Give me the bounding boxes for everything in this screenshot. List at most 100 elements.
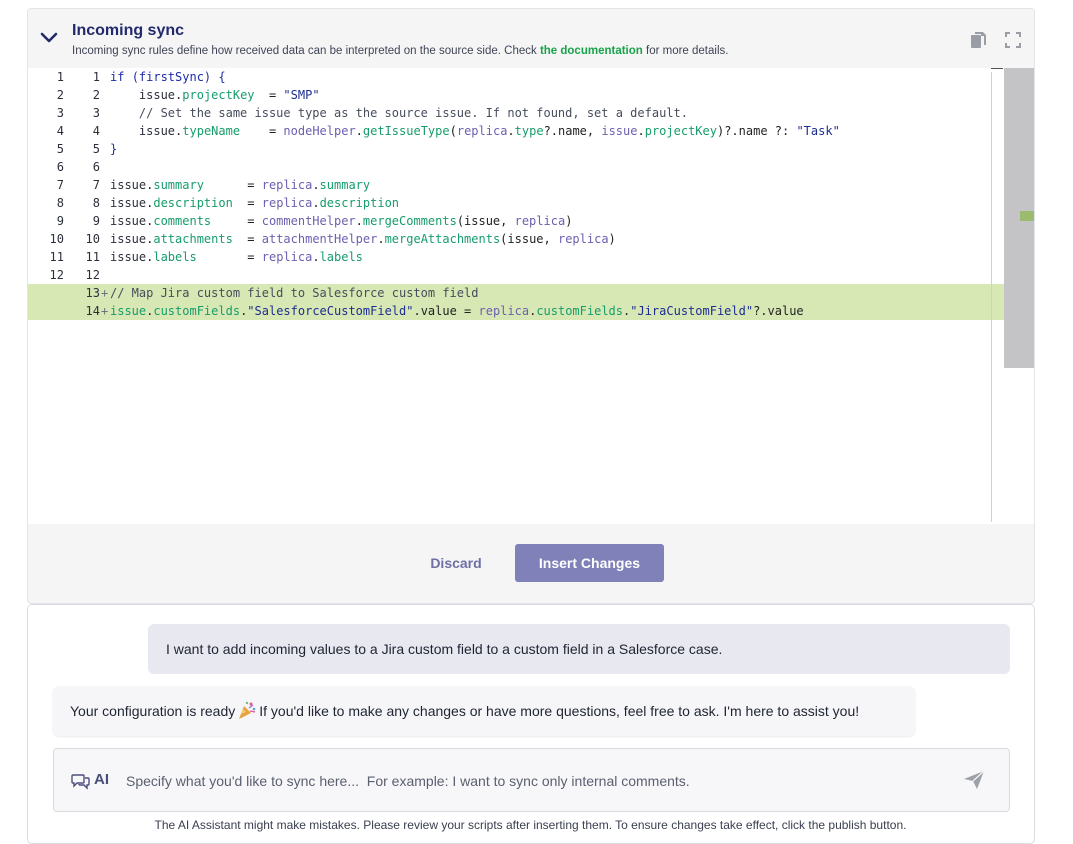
send-icon[interactable] xyxy=(963,770,985,790)
line-number-original: 5 xyxy=(56,142,64,156)
copy-icon[interactable] xyxy=(969,31,987,49)
code-token: replica xyxy=(456,124,508,138)
code-token: commentHelper xyxy=(261,214,356,228)
code-line: 1 1 if (firstSync) { xyxy=(28,68,1004,86)
assistant-message: Your configuration is ready If you'd lik… xyxy=(53,686,915,736)
code-token: )?.name ?: xyxy=(716,124,797,138)
added-line-marker: + xyxy=(101,304,109,318)
line-number-original: 3 xyxy=(56,106,64,120)
code-token: if xyxy=(110,70,132,84)
added-code-line: 13 +// Map Jira custom field to Salesforc… xyxy=(28,284,1004,302)
panel-subtitle: Incoming sync rules define how received … xyxy=(72,45,728,57)
code-token: mergeComments xyxy=(362,214,457,228)
ai-label: AI xyxy=(94,771,109,788)
code-line: 7 7 issue.summary = replica.summary xyxy=(28,176,1004,194)
code-token: . xyxy=(507,124,515,138)
code-token: issue xyxy=(110,250,147,264)
line-number-modified: 13 xyxy=(85,286,100,300)
line-number-original: 6 xyxy=(56,160,64,174)
ai-disclaimer: The AI Assistant might make mistakes. Pl… xyxy=(154,818,907,832)
code-token: } xyxy=(110,142,118,156)
incoming-sync-panel: Incoming sync Incoming sync rules define… xyxy=(27,8,1035,604)
code-text: if (firstSync) { xyxy=(110,68,226,86)
code-token: // Map Jira custom field to Salesforce c… xyxy=(110,286,479,300)
ai-chat-panel: I want to add incoming values to a Jira … xyxy=(27,604,1035,844)
line-number-modified: 12 xyxy=(85,268,100,282)
line-number-modified: 1 xyxy=(92,70,100,84)
line-number-modified: 6 xyxy=(92,160,100,174)
chevron-down-icon[interactable] xyxy=(40,31,58,45)
code-token: issue xyxy=(110,304,147,318)
code-text: // Set the same issue type as the source… xyxy=(110,104,688,122)
code-token: . xyxy=(355,124,363,138)
subtitle-text-end: for more details. xyxy=(642,45,729,57)
code-token: issue xyxy=(138,124,176,138)
ai-prompt-box: AI xyxy=(53,748,1010,812)
code-token: ) xyxy=(608,232,616,246)
code-token: "SalesforceCustomField" xyxy=(247,304,414,318)
code-token: labels xyxy=(153,250,197,264)
code-token: replica xyxy=(478,304,530,318)
code-line: 9 9 issue.comments = commentHelper.mergeCo… xyxy=(28,212,1004,230)
code-token: = xyxy=(196,250,262,264)
line-number-original: 4 xyxy=(56,124,64,138)
line-number-original: 8 xyxy=(56,196,64,210)
code-token: . xyxy=(355,214,363,228)
assistant-text-start: Your configuration is ready xyxy=(70,703,236,719)
party-popper-icon xyxy=(239,702,256,720)
code-token: (issue, xyxy=(456,214,515,228)
code-token: = xyxy=(211,214,262,228)
user-message: I want to add incoming values to a Jira … xyxy=(148,624,1010,674)
code-text: } xyxy=(110,140,117,158)
code-token: issue xyxy=(601,124,638,138)
added-line-marker: + xyxy=(101,286,109,300)
fullscreen-icon[interactable] xyxy=(1004,31,1022,49)
assistant-text-end: If you'd like to make any changes or hav… xyxy=(259,703,860,719)
code-token: .value = xyxy=(413,304,479,318)
subtitle-text-start: Incoming sync rules define how received … xyxy=(72,45,540,57)
line-number-modified: 4 xyxy=(92,124,100,138)
code-token: type xyxy=(514,124,544,138)
line-number-original: 7 xyxy=(56,178,64,192)
code-token: replica xyxy=(261,178,313,192)
code-line: 3 3 // Set the same issue type as the sou… xyxy=(28,104,1004,122)
code-token: replica xyxy=(261,196,313,210)
code-token: (firstSync) { xyxy=(131,70,226,84)
discard-button[interactable]: Discard xyxy=(416,544,496,582)
code-token: projectKey xyxy=(644,124,717,138)
line-number-original: 10 xyxy=(49,232,64,246)
ai-prompt-input[interactable] xyxy=(124,765,948,797)
code-token: . xyxy=(312,178,320,192)
code-token: getIssueType xyxy=(362,124,450,138)
line-number-modified: 3 xyxy=(92,106,100,120)
code-text: issue.projectKey = "SMP" xyxy=(110,86,320,104)
code-line: 12 12 xyxy=(28,266,1004,284)
code-token: typeName xyxy=(182,124,241,138)
code-editor[interactable]: 1 1 if (firstSync) {2 2 issue.projectKey = … xyxy=(28,68,1034,524)
code-token: replica xyxy=(557,232,609,246)
code-text: issue.typeName = nodeHelper.getIssueType… xyxy=(110,122,840,140)
code-token: ( xyxy=(449,124,457,138)
added-code-line: 14 + issue.customFields."SalesforceCustomF… xyxy=(28,302,1004,320)
code-token: = xyxy=(203,178,262,192)
line-number-original: 2 xyxy=(56,88,64,102)
line-number-original: 11 xyxy=(49,250,64,264)
code-line: 10 10 issue. attachments = attachmentHelper… xyxy=(28,230,1004,248)
code-token: description xyxy=(319,196,400,210)
code-line: 66 xyxy=(28,158,1004,176)
code-token: mergeAttachments xyxy=(384,232,501,246)
code-token: "Task" xyxy=(796,124,840,138)
insert-changes-button[interactable]: Insert Changes xyxy=(515,544,664,582)
code-line: 2 2 issue.projectKey = "SMP" xyxy=(28,86,1004,104)
code-text: // Map Jira custom field to Salesforce c… xyxy=(110,284,478,302)
documentation-link[interactable]: the documentation xyxy=(540,45,643,57)
code-token: ?.name, xyxy=(543,124,602,138)
panel-title: Incoming sync xyxy=(72,22,185,39)
code-token: (issue, xyxy=(500,232,558,246)
code-token: summary xyxy=(153,178,204,192)
code-line: 44 issue.typeName = nodeHelper.getIssueT… xyxy=(28,122,1004,140)
change-marker xyxy=(1020,211,1034,221)
code-token: = xyxy=(240,124,284,138)
code-token: description xyxy=(153,196,233,210)
